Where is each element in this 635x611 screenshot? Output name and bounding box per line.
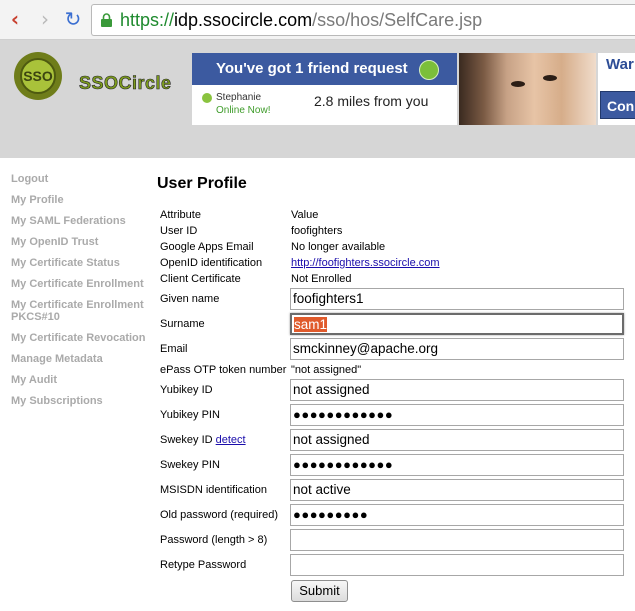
swekey-id-label-row: Swekey ID detect (160, 434, 246, 446)
client-certificate-value: Not Enrolled (291, 273, 352, 285)
yubikey-id-field[interactable]: not assigned (290, 379, 624, 401)
friend-badge-icon (419, 60, 439, 80)
sidebar-item-certificate-enrollment[interactable]: My Certificate Enrollment (11, 278, 156, 299)
swekey-id-field[interactable]: not assigned (290, 429, 624, 451)
ad-friend-panel[interactable]: You've got 1 friend request Stephanie On… (192, 53, 457, 125)
sidebar-item-my-subscriptions[interactable]: My Subscriptions (11, 395, 156, 416)
forward-arrow-icon[interactable]: › (34, 8, 56, 30)
email-field[interactable]: smckinney@apache.org (290, 338, 624, 360)
retype-password-field[interactable] (290, 554, 624, 576)
client-certificate-label: Client Certificate (160, 273, 241, 285)
sidebar-item-logout[interactable]: Logout (11, 173, 156, 194)
ad-details: Stephanie Online Now! 2.8 miles from you (192, 85, 457, 125)
google-email-label: Google Apps Email (160, 241, 254, 253)
swekey-pin-field[interactable]: ●●●●●●●●●●●● (290, 454, 624, 476)
msisdn-label: MSISDN identification (160, 484, 267, 496)
ad-headline: You've got 1 friend request (192, 53, 457, 85)
user-id-value: foofighters (291, 225, 343, 237)
back-arrow-icon[interactable]: ‹ (4, 8, 26, 30)
ad-side-button[interactable]: Con (600, 91, 635, 119)
surname-field[interactable]: sam1 (290, 313, 624, 335)
user-id-label: User ID (160, 225, 198, 237)
given-name-field[interactable]: foofighters1 (290, 288, 624, 310)
openid-link[interactable]: http://foofighters.ssocircle.com (291, 257, 440, 269)
openid-label: OpenID identification (160, 257, 263, 269)
ad-friend-name: Stephanie (216, 92, 262, 103)
old-password-field[interactable]: ●●●●●●●●● (290, 504, 624, 526)
address-bar[interactable]: https://idp.ssocircle.com/sso/hos/SelfCa… (91, 4, 635, 36)
ad-side-text: War (606, 56, 634, 73)
retype-password-label: Retype Password (160, 559, 247, 571)
surname-label: Surname (160, 318, 205, 330)
logo-wordmark[interactable]: SSOCircle (79, 73, 172, 94)
ad-banner[interactable]: You've got 1 friend request Stephanie On… (192, 53, 635, 125)
sidebar-item-my-audit[interactable]: My Audit (11, 374, 156, 395)
sidebar-item-openid-trust[interactable]: My OpenID Trust (11, 236, 156, 257)
submit-button[interactable]: Submit (291, 580, 348, 602)
swekey-pin-label: Swekey PIN (160, 459, 220, 471)
epass-label: ePass OTP token number (160, 364, 287, 376)
surname-selected-text: sam1 (294, 317, 328, 332)
new-password-field[interactable] (290, 529, 624, 551)
swekey-id-label: Swekey ID (160, 434, 213, 446)
header-attribute: Attribute (160, 209, 201, 221)
epass-value: "not assigned" (291, 364, 362, 376)
ad-friend-status: Online Now! (216, 105, 271, 116)
sidebar-item-saml-federations[interactable]: My SAML Federations (11, 215, 156, 236)
page-title: User Profile (157, 175, 247, 192)
sidebar-item-my-profile[interactable]: My Profile (11, 194, 156, 215)
given-name-label: Given name (160, 293, 220, 305)
swekey-detect-link[interactable]: detect (216, 434, 246, 446)
url-text: https://idp.ssocircle.com/sso/hos/SelfCa… (120, 10, 482, 31)
email-label: Email (160, 343, 188, 355)
sidebar-item-certificate-status[interactable]: My Certificate Status (11, 257, 156, 278)
yubikey-pin-label: Yubikey PIN (160, 409, 220, 421)
sso-logo-icon[interactable]: SSO (12, 50, 64, 102)
yubikey-id-label: Yubikey ID (160, 384, 213, 396)
sidebar-item-manage-metadata[interactable]: Manage Metadata (11, 353, 156, 374)
old-password-label: Old password (required) (160, 509, 278, 521)
sidebar-item-certificate-revocation[interactable]: My Certificate Revocation (11, 332, 156, 353)
yubikey-pin-field[interactable]: ●●●●●●●●●●●● (290, 404, 624, 426)
url-host: idp.ssocircle.com (174, 10, 313, 30)
google-email-value: No longer available (291, 241, 386, 253)
online-dot-icon (202, 93, 212, 103)
msisdn-field[interactable]: not active (290, 479, 624, 501)
logo-mark-text: SSO (23, 68, 53, 84)
ad-side-panel[interactable]: War Con (598, 53, 635, 125)
browser-toolbar: ‹ › ↻ https://idp.ssocircle.com/sso/hos/… (0, 0, 635, 40)
lock-icon (101, 13, 112, 27)
new-password-label: Password (length > 8) (160, 534, 268, 546)
url-path: /sso/hos/SelfCare.jsp (312, 10, 483, 30)
ad-photo[interactable] (459, 53, 596, 125)
header-value: Value (291, 209, 319, 221)
reload-icon[interactable]: ↻ (62, 8, 84, 30)
sidebar-nav: Logout My Profile My SAML Federations My… (11, 173, 156, 416)
sidebar-item-certificate-enrollment-pkcs10[interactable]: My Certificate Enrollment PKCS#10 (11, 299, 156, 332)
ad-distance: 2.8 miles from you (314, 93, 429, 109)
url-scheme: https:// (120, 10, 175, 30)
